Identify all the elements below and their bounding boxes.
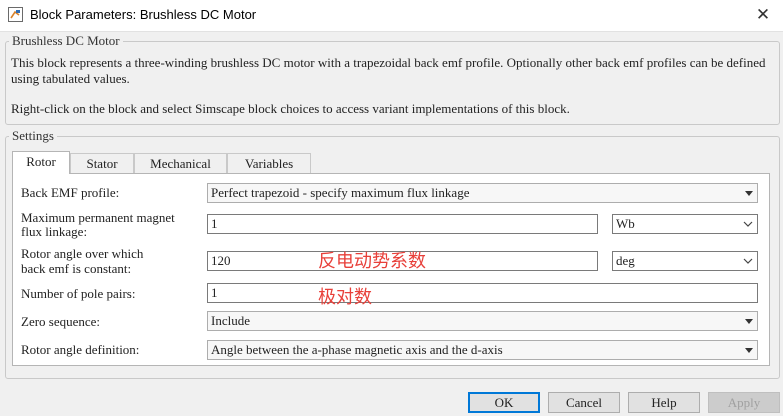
max-flux-input[interactable]: 1 <box>207 214 598 234</box>
angle-definition-value: Angle between the a-phase magnetic axis … <box>211 342 503 357</box>
zero-sequence-value: Include <box>211 313 250 328</box>
rotor-angle-unit-select[interactable]: deg <box>612 251 758 271</box>
apply-button[interactable]: Apply <box>708 392 780 413</box>
window-title: Block Parameters: Brushless DC Motor <box>30 7 257 22</box>
angle-definition-dropdown[interactable]: Angle between the a-phase magnetic axis … <box>207 340 758 360</box>
zero-sequence-dropdown[interactable]: Include <box>207 311 758 331</box>
caret-down-icon <box>745 319 753 324</box>
tab-mechanical[interactable]: Mechanical <box>134 153 227 173</box>
tab-stator[interactable]: Stator <box>70 153 134 173</box>
max-flux-unit-value: Wb <box>616 216 635 231</box>
cancel-button[interactable]: Cancel <box>548 392 620 413</box>
rotor-angle-unit-value: deg <box>616 253 635 268</box>
chevron-down-icon <box>743 258 753 264</box>
caret-down-icon <box>745 348 753 353</box>
description-legend: Brushless DC Motor <box>12 33 120 48</box>
max-flux-label-line1: Maximum permanent magnet <box>21 210 175 225</box>
back-emf-dropdown[interactable]: Perfect trapezoid - specify maximum flux… <box>207 183 758 203</box>
back-emf-coefficient-annotation: 反电动势系数 <box>318 251 426 272</box>
caret-down-icon <box>745 191 753 196</box>
chevron-down-icon <box>743 221 753 227</box>
title-bar: Block Parameters: Brushless DC Motor ✕ <box>0 0 783 32</box>
pole-pairs-input[interactable]: 1 <box>207 283 758 303</box>
close-icon[interactable]: ✕ <box>751 4 775 26</box>
help-button[interactable]: Help <box>628 392 700 413</box>
back-emf-value: Perfect trapezoid - specify maximum flux… <box>211 185 470 200</box>
max-flux-label-line2: flux linkage: <box>21 224 88 239</box>
simulink-block-icon <box>8 7 23 22</box>
pole-pairs-label: Number of pole pairs: <box>21 286 136 301</box>
tab-rotor[interactable]: Rotor <box>12 151 70 174</box>
block-choices-hint: Right-click on the block and select Sims… <box>11 101 570 116</box>
pole-pairs-annotation: 极对数 <box>318 287 372 308</box>
angle-definition-label: Rotor angle definition: <box>21 342 140 357</box>
ok-button[interactable]: OK <box>468 392 540 413</box>
zero-sequence-label: Zero sequence: <box>21 314 101 329</box>
rotor-angle-label-line2: back emf is constant: <box>21 261 132 276</box>
max-flux-unit-select[interactable]: Wb <box>612 214 758 234</box>
settings-legend: Settings <box>12 128 54 143</box>
block-description: This block represents a three-winding br… <box>11 55 766 86</box>
back-emf-label: Back EMF profile: <box>21 185 120 200</box>
tab-variables[interactable]: Variables <box>227 153 311 173</box>
rotor-angle-label-line1: Rotor angle over which <box>21 246 144 261</box>
